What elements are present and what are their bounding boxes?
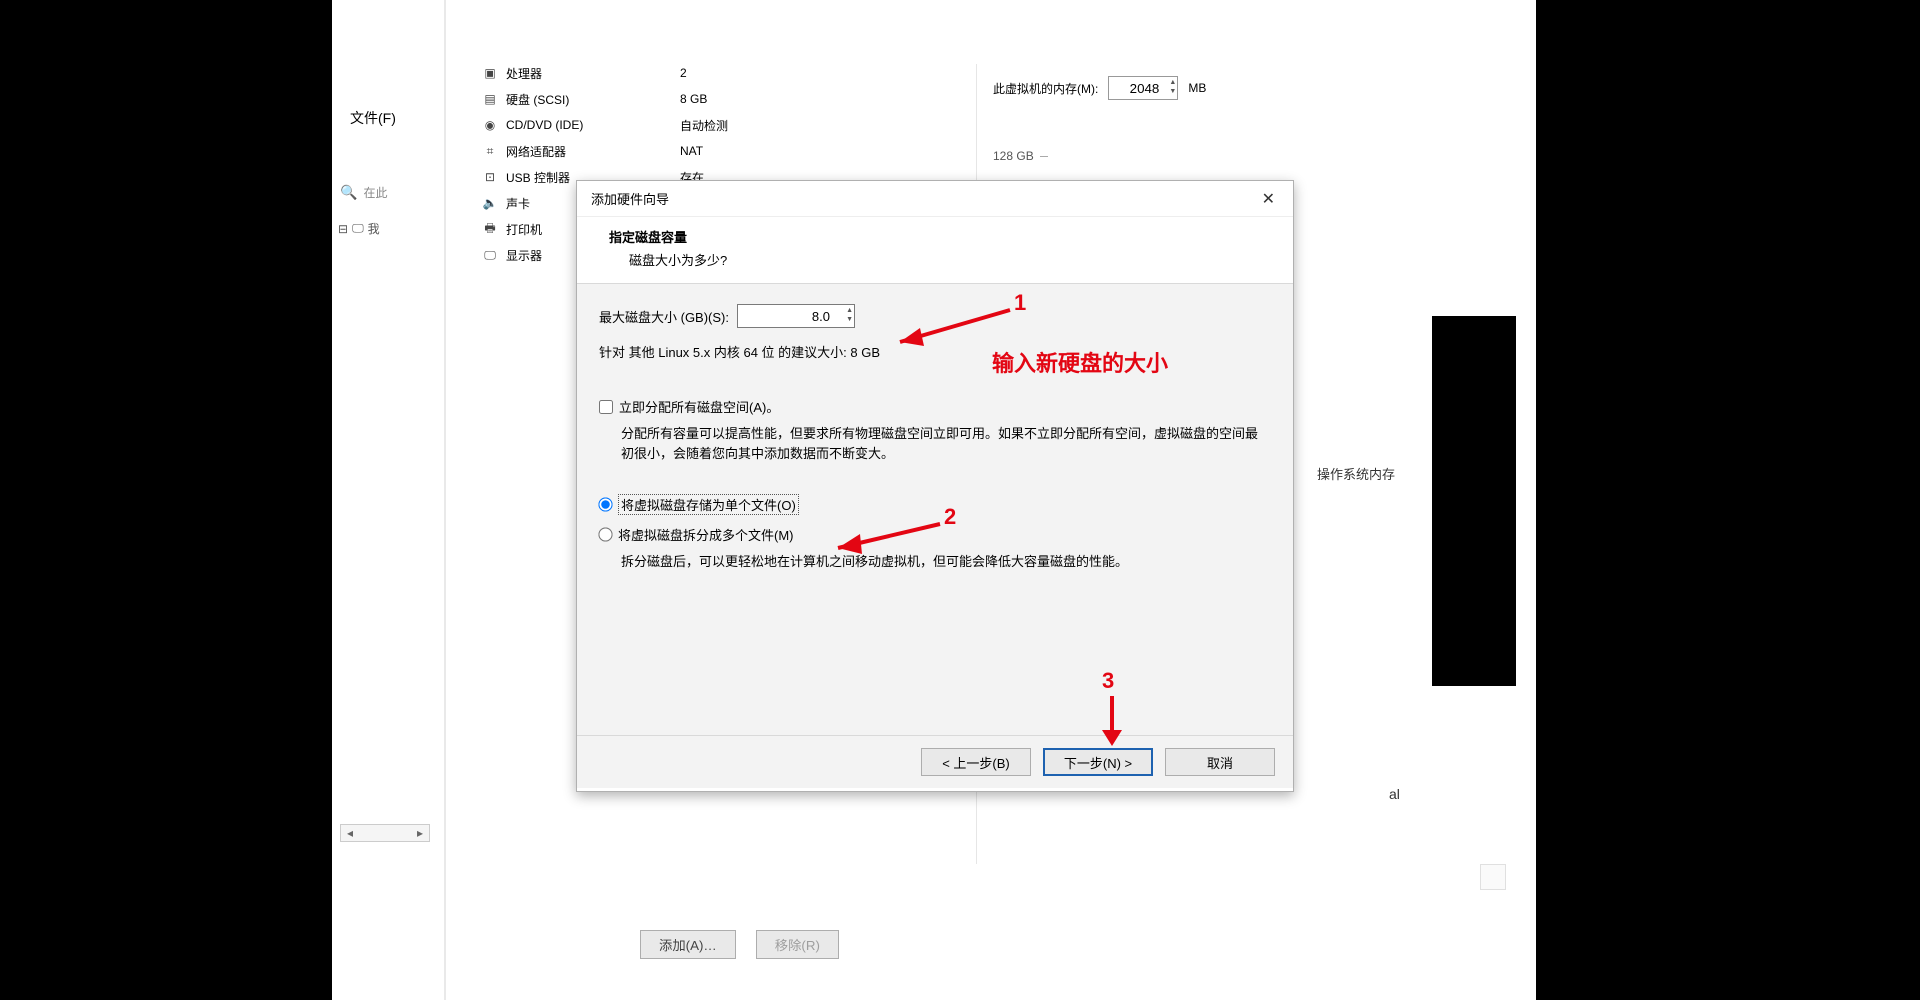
split-multiple-files-label: 将虚拟磁盘拆分成多个文件(M) [618, 525, 794, 544]
horizontal-scrollbar[interactable]: ◂ ▸ [340, 824, 430, 842]
monitor-icon: 🖵 [482, 248, 498, 263]
bottom-buttons: 添加(A)… 移除(R) [640, 930, 839, 959]
wizard-body: 最大磁盘大小 (GB)(S): ▲▼ 针对 其他 Linux 5.x 内核 64… [577, 284, 1293, 736]
rp-al-text: al [1389, 786, 1400, 802]
search-row[interactable]: 🔍 在此 [340, 184, 387, 201]
rp-black-panel [1432, 316, 1516, 686]
memory-slider-scale: 128 GB [993, 130, 1500, 182]
disk-size-row: 最大磁盘大小 (GB)(S): ▲▼ [599, 304, 1271, 328]
recommend-text: 针对 其他 Linux 5.x 内核 64 位 的建议大小: 8 GB [599, 342, 1271, 361]
hw-value: 8 GB [680, 86, 820, 112]
memory-spinner[interactable]: ▲▼ [1169, 78, 1176, 96]
rp-corner-box [1480, 864, 1506, 890]
scroll-right-icon[interactable]: ▸ [413, 826, 427, 840]
hw-label: 网络适配器 [506, 143, 566, 160]
wizard-heading: 指定磁盘容量 [609, 227, 1275, 246]
allocate-now-row[interactable]: 立即分配所有磁盘空间(A)。 [599, 397, 1271, 416]
network-icon: ⌗ [482, 144, 498, 159]
scroll-left-icon[interactable]: ◂ [343, 826, 357, 840]
tree-row[interactable]: ⊟ 🖵 我 [338, 220, 380, 237]
close-icon[interactable]: ✕ [1254, 185, 1283, 213]
store-single-file-radio[interactable] [598, 497, 612, 511]
cancel-button[interactable]: 取消 [1165, 748, 1275, 776]
remove-button[interactable]: 移除(R) [756, 930, 839, 959]
printer-icon: 🖶 [482, 219, 498, 240]
disk-icon: ▤ [482, 92, 498, 106]
hw-label: 硬盘 (SCSI) [506, 91, 569, 108]
wizard-subheading: 磁盘大小为多少? [629, 250, 1275, 269]
allocate-now-label: 立即分配所有磁盘空间(A)。 [619, 397, 779, 416]
wizard-title: 添加硬件向导 [591, 189, 669, 208]
hw-label: 打印机 [506, 221, 542, 238]
wizard-footer: < 上一步(B) 下一步(N) > 取消 [577, 736, 1293, 788]
menu-file[interactable]: 文件(F) [350, 108, 396, 128]
split-multiple-files-row[interactable]: 将虚拟磁盘拆分成多个文件(M) [599, 525, 1271, 544]
cpu-icon: ▣ [482, 66, 498, 80]
add-hardware-wizard-dialog: 添加硬件向导 ✕ 指定磁盘容量 磁盘大小为多少? 最大磁盘大小 (GB)(S):… [576, 180, 1294, 792]
split-multiple-files-radio[interactable] [598, 527, 612, 541]
tree-monitor-icon: 🖵 [352, 221, 364, 236]
allocate-now-checkbox[interactable] [599, 400, 613, 414]
scale-tick-label: 128 GB [993, 149, 1034, 163]
split-desc: 拆分磁盘后，可以更轻松地在计算机之间移动虚拟机，但可能会降低大容量磁盘的性能。 [621, 552, 1261, 572]
usb-icon: ⊡ [482, 170, 498, 184]
vertical-divider [444, 0, 446, 1000]
disk-size-input[interactable] [737, 304, 855, 328]
hw-label: USB 控制器 [506, 169, 570, 186]
disk-size-spinner[interactable]: ▲▼ [846, 306, 853, 324]
memory-unit: MB [1188, 81, 1206, 95]
search-placeholder: 在此 [363, 184, 387, 201]
memory-label: 此虚拟机的内存(M): [993, 80, 1098, 97]
hw-value: NAT [680, 138, 820, 164]
hw-label: 处理器 [506, 65, 542, 82]
wizard-header: 指定磁盘容量 磁盘大小为多少? [577, 217, 1293, 284]
memory-input[interactable] [1108, 76, 1178, 100]
store-single-file-label: 将虚拟磁盘存储为单个文件(O) [618, 494, 799, 515]
tree-label: 我 [368, 220, 380, 237]
hw-label: CD/DVD (IDE) [506, 118, 583, 132]
back-button[interactable]: < 上一步(B) [921, 748, 1031, 776]
tree-collapse-icon: ⊟ [338, 222, 348, 236]
allocate-now-desc: 分配所有容量可以提高性能，但要求所有物理磁盘空间立即可用。如果不立即分配所有空间… [621, 424, 1261, 464]
hw-label: 声卡 [506, 195, 530, 212]
hw-value: 2 [680, 60, 820, 86]
speaker-icon: 🔈 [482, 196, 498, 210]
disk-size-label: 最大磁盘大小 (GB)(S): [599, 307, 729, 326]
store-single-file-row[interactable]: 将虚拟磁盘存储为单个文件(O) [599, 494, 1271, 515]
hw-value: 自动检测 [680, 112, 820, 138]
next-button[interactable]: 下一步(N) > [1043, 748, 1153, 776]
search-icon: 🔍 [340, 184, 357, 201]
cd-icon: ◉ [482, 118, 498, 132]
add-button[interactable]: 添加(A)… [640, 930, 736, 959]
hw-label: 显示器 [506, 247, 542, 264]
left-sidebar: 文件(F) 🔍 在此 ⊟ 🖵 我 ◂ ▸ [332, 0, 442, 1000]
wizard-titlebar: 添加硬件向导 ✕ [577, 181, 1293, 217]
